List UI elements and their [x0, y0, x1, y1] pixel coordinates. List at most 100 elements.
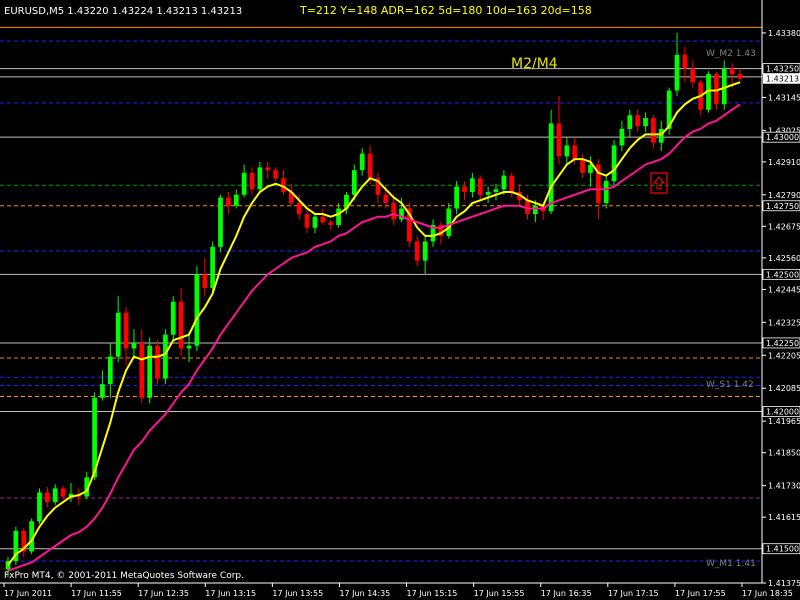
bull-candle — [359, 153, 365, 171]
level-price-label: 1.42000 — [766, 408, 799, 417]
bull-candle — [564, 145, 570, 157]
bull-candle — [501, 175, 507, 190]
bear-candle — [273, 170, 278, 179]
bear-candle — [296, 203, 302, 214]
bear-candle — [123, 312, 129, 349]
x-tick-label: 17 Jun 17:15 — [608, 589, 659, 598]
bull-candle — [643, 117, 648, 127]
bull-candle — [351, 170, 357, 195]
y-tick-label: 1.43145 — [768, 93, 800, 102]
stats-header: T=212 Y=148 ADR=162 5d=180 10d=163 20d=1… — [299, 4, 592, 17]
bear-candle — [202, 274, 208, 289]
bull-candle — [115, 312, 121, 357]
bull-candle — [627, 115, 633, 129]
bear-candle — [682, 54, 688, 69]
current-price-label: 1.43213 — [766, 75, 799, 84]
bear-candle — [651, 117, 656, 143]
bull-candle — [485, 192, 491, 195]
y-tick-label: 1.41375 — [768, 579, 800, 588]
bull-candle — [241, 172, 247, 195]
x-tick-label: 17 Jun 16:35 — [541, 589, 592, 598]
x-tick-label: 17 Jun 13:55 — [272, 589, 323, 598]
bull-candle — [603, 181, 609, 204]
bear-candle — [249, 172, 255, 190]
bull-candle — [100, 384, 105, 398]
level-label-w-s1: W_S1 1.42 — [706, 380, 754, 390]
bull-candle — [218, 197, 223, 247]
level-label-w-m2: W_M2 1.43 — [706, 49, 756, 59]
bear-candle — [320, 216, 326, 223]
y-tick-label: 1.41965 — [768, 417, 800, 426]
bear-candle — [462, 186, 467, 193]
price-chart[interactable]: 1.433801.432501.431451.430251.429101.427… — [0, 0, 800, 600]
bull-candle — [446, 208, 452, 236]
bull-candle — [210, 246, 216, 289]
bear-candle — [367, 153, 373, 179]
level-price-label: 1.43250 — [766, 65, 799, 74]
y-tick-label: 1.41615 — [768, 513, 800, 522]
bull-candle — [532, 205, 538, 214]
x-tick-label: 17 Jun 12:35 — [138, 589, 189, 598]
x-tick-label: 17 Jun 17:55 — [675, 589, 726, 598]
bull-candle — [131, 342, 137, 349]
x-tick-label: 17 Jun 13:15 — [205, 589, 256, 598]
x-tick-label: 17 Jun 14:35 — [339, 589, 390, 598]
y-tick-label: 1.41850 — [768, 449, 800, 458]
x-tick-label: 17 Jun 2011 — [4, 589, 52, 598]
bull-candle — [548, 123, 554, 212]
bear-candle — [139, 342, 145, 398]
bear-candle — [383, 194, 389, 204]
level-label-w-m1: W_M1 1.41 — [706, 559, 756, 569]
bear-candle — [265, 167, 271, 171]
bull-candle — [233, 194, 239, 206]
bull-candle — [107, 356, 113, 385]
bull-candle — [611, 145, 617, 182]
level-price-label: 1.42500 — [766, 270, 799, 279]
y-tick-label: 1.43380 — [768, 29, 800, 38]
level-price-label: 1.41500 — [766, 545, 799, 554]
x-tick-label: 17 Jun 11:55 — [71, 589, 122, 598]
bear-candle — [44, 492, 50, 503]
y-tick-label: 1.41730 — [768, 482, 800, 491]
symbol-header: EURUSD,M5 1.43220 1.43224 1.43213 1.4321… — [4, 6, 242, 17]
bear-candle — [60, 488, 66, 497]
bear-candle — [328, 222, 334, 225]
bull-candle — [454, 186, 460, 209]
bear-candle — [635, 115, 641, 127]
bull-candle — [257, 167, 263, 190]
bear-candle — [729, 68, 735, 75]
x-tick-label: 17 Jun 15:15 — [407, 589, 458, 598]
bull-candle — [147, 345, 153, 398]
x-tick-label: 17 Jun 18:35 — [742, 589, 793, 598]
y-tick-label: 1.42325 — [768, 318, 800, 327]
bull-candle — [422, 241, 428, 261]
pair-label: M2/M4 — [511, 56, 558, 72]
bull-candle — [312, 216, 318, 228]
chart-background — [0, 0, 800, 600]
y-tick-label: 1.42910 — [768, 158, 800, 167]
bull-candle — [37, 492, 42, 522]
bull-candle — [52, 488, 58, 503]
bull-candle — [674, 54, 680, 91]
x-tick-label: 17 Jun 15:55 — [474, 589, 525, 598]
bull-candle — [336, 208, 341, 225]
level-price-label: 1.43000 — [766, 133, 799, 142]
bear-candle — [580, 159, 585, 173]
bull-candle — [186, 345, 192, 349]
y-tick-label: 1.42445 — [768, 285, 800, 294]
bear-candle — [690, 68, 696, 83]
bear-candle — [556, 123, 562, 157]
level-price-label: 1.42250 — [766, 339, 799, 348]
bear-candle — [226, 197, 231, 206]
copyright-text: FxPro MT4, © 2001-2011 MetaQuotes Softwa… — [4, 571, 244, 581]
bull-candle — [619, 128, 625, 146]
y-tick-label: 1.42675 — [768, 222, 800, 231]
bull-candle — [493, 189, 499, 193]
bear-candle — [572, 145, 578, 160]
bear-candle — [477, 178, 483, 195]
bear-candle — [737, 74, 743, 79]
bull-candle — [658, 128, 664, 143]
bear-candle — [304, 213, 310, 228]
y-tick-label: 1.42560 — [768, 254, 800, 263]
bull-candle — [170, 301, 176, 335]
